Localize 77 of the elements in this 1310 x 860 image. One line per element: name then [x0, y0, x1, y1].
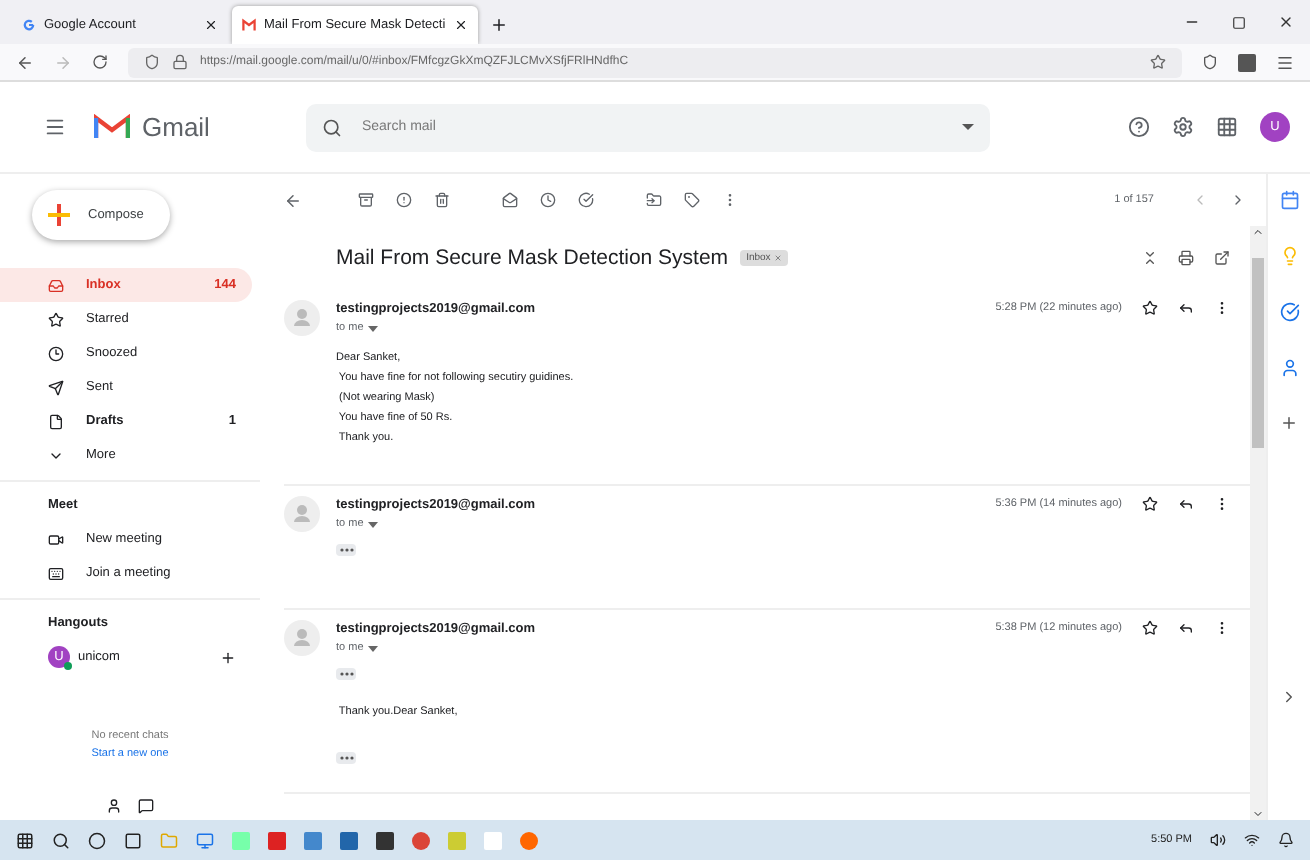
shield-icon: [144, 54, 160, 70]
task-view-icon[interactable]: [124, 831, 142, 849]
tasks-icon[interactable]: [1279, 302, 1299, 322]
app-name: Gmail: [142, 112, 210, 142]
gmail-logo-icon: [94, 114, 130, 140]
sender-avatar: [284, 496, 320, 532]
folder-icon[interactable]: [646, 192, 662, 208]
close-icon[interactable]: [453, 18, 468, 32]
close-icon[interactable]: [1278, 14, 1294, 30]
back-icon[interactable]: [284, 191, 302, 209]
inbox-icon: [48, 277, 64, 293]
chat-icon[interactable]: [138, 798, 154, 814]
reply-icon[interactable]: [1178, 300, 1194, 316]
back-icon[interactable]: [16, 53, 34, 71]
label-icon[interactable]: [684, 192, 700, 208]
search-icon[interactable]: [321, 117, 342, 137]
mail-icon[interactable]: [502, 192, 518, 208]
reload-icon[interactable]: [92, 54, 108, 70]
star-icon: [48, 311, 64, 327]
scroll-up-icon[interactable]: [1252, 226, 1264, 238]
delete-icon[interactable]: [434, 192, 450, 208]
clock-icon: [48, 345, 64, 361]
next-icon[interactable]: [1230, 192, 1246, 208]
document-icon: [48, 413, 64, 429]
print-icon[interactable]: [1178, 250, 1194, 266]
add-icon[interactable]: [1280, 414, 1298, 432]
menu-icon[interactable]: [1276, 53, 1294, 71]
task-icon[interactable]: [578, 192, 594, 208]
dropdown-icon[interactable]: [961, 123, 974, 131]
spam-icon[interactable]: [396, 192, 412, 208]
thread-subject: Mail From Secure Mask Detection System: [336, 246, 729, 270]
scroll-down-icon[interactable]: [1252, 808, 1264, 820]
menu-icon[interactable]: [44, 116, 66, 138]
reply-icon[interactable]: [1178, 496, 1194, 512]
extension-icon[interactable]: [1238, 53, 1256, 71]
plus-icon: [48, 204, 70, 226]
add-icon[interactable]: [220, 649, 236, 665]
restore-icon[interactable]: [1232, 15, 1246, 29]
star-icon[interactable]: [1142, 496, 1158, 512]
keyboard-icon: [48, 565, 64, 581]
wifi-icon[interactable]: [1244, 832, 1260, 848]
caret-icon: [367, 645, 378, 651]
scroll-thumb[interactable]: [1252, 258, 1264, 448]
help-icon[interactable]: [1128, 116, 1150, 138]
bookmark-star-icon[interactable]: [1150, 54, 1166, 70]
settings-icon[interactable]: [1172, 116, 1194, 138]
lock-icon: [172, 54, 188, 70]
show-trimmed-button[interactable]: [336, 544, 356, 556]
g-logo-icon: [22, 18, 36, 32]
send-icon: [48, 379, 64, 395]
m-logo-icon: [242, 18, 256, 32]
monitor-icon[interactable]: [196, 831, 214, 849]
search-icon[interactable]: [52, 831, 70, 849]
caret-icon: [367, 521, 378, 527]
apps-icon[interactable]: [1216, 116, 1238, 138]
clock-icon[interactable]: [540, 192, 556, 208]
calendar-icon[interactable]: [1279, 190, 1299, 210]
star-icon[interactable]: [1142, 620, 1158, 636]
collapse-icon[interactable]: [1142, 250, 1158, 266]
sender-avatar: [284, 300, 320, 336]
scrollbar[interactable]: [1250, 226, 1266, 820]
video-icon: [48, 531, 64, 547]
notification-icon[interactable]: [1278, 832, 1294, 848]
archive-icon[interactable]: [358, 192, 374, 208]
contacts-icon[interactable]: [106, 798, 122, 814]
volume-icon[interactable]: [1210, 832, 1226, 848]
star-icon[interactable]: [1142, 300, 1158, 316]
show-trimmed-button[interactable]: [336, 668, 356, 680]
start-icon[interactable]: [16, 831, 34, 849]
expand-icon[interactable]: [1280, 688, 1298, 706]
new-tab-icon[interactable]: [489, 16, 508, 34]
new-window-icon[interactable]: [1214, 250, 1230, 266]
show-trimmed-button[interactable]: [336, 752, 356, 764]
reply-icon[interactable]: [1178, 620, 1194, 636]
close-icon[interactable]: [204, 18, 218, 32]
sender-avatar: [284, 620, 320, 656]
caret-icon: [367, 325, 378, 331]
